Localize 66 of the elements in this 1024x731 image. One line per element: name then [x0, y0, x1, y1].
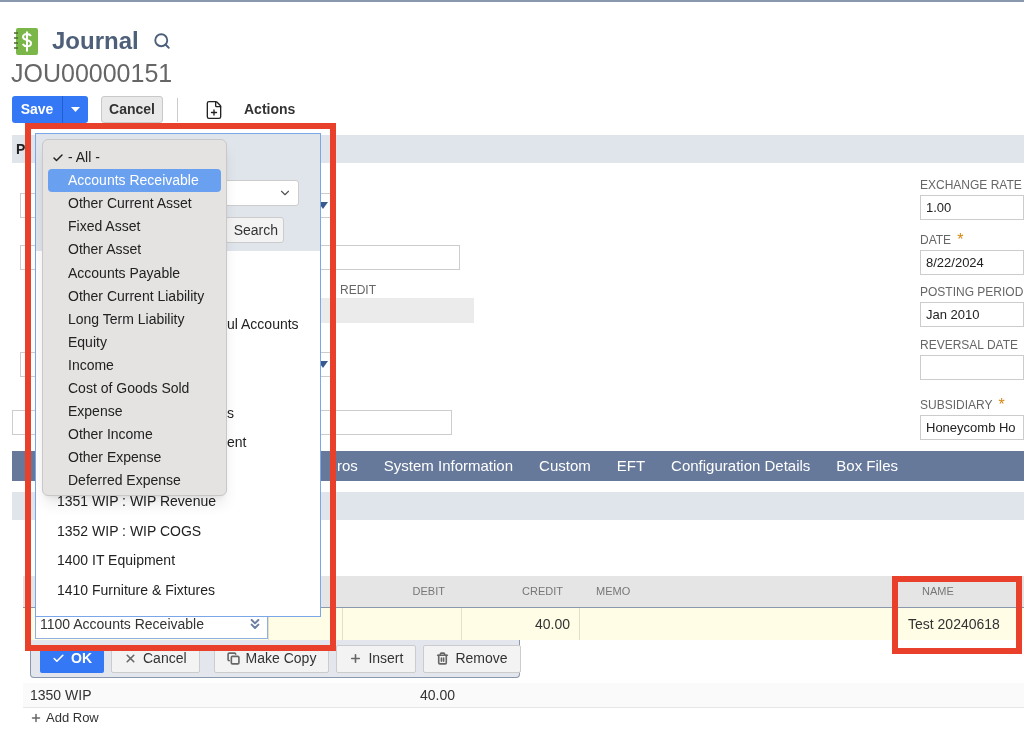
column-header: DEBIT [412, 584, 445, 600]
actions-button[interactable]: Actions [204, 96, 296, 123]
menu-item[interactable]: Other Expense [48, 446, 221, 470]
caret-icon [71, 107, 80, 112]
field-label: POSTING PERIOD [920, 285, 1024, 299]
menu-item[interactable]: Income [48, 353, 221, 377]
account-option[interactable]: ent [227, 432, 247, 454]
field-label: DATE [920, 233, 952, 247]
account-option[interactable]: 1352 WIP : WIP COGS [57, 520, 202, 542]
trash-icon [436, 652, 450, 665]
check-icon [52, 151, 64, 164]
tab[interactable]: EFT [616, 454, 646, 478]
tab[interactable]: Box Files [836, 454, 899, 478]
required-mark: * [957, 233, 964, 247]
row-button[interactable]: Insert [336, 644, 417, 673]
field-label: REVERSAL DATE [920, 338, 1019, 352]
table-cell: Test 20240618 [897, 608, 1024, 640]
close-icon [124, 652, 137, 665]
table-cell-text: 1350 WIP [29, 685, 93, 705]
menu-item[interactable]: Equity [48, 330, 221, 354]
add-row-button[interactable]: Add Row [30, 710, 99, 726]
copy-icon [226, 652, 240, 665]
required-mark: * [998, 398, 1005, 412]
plus-icon [349, 652, 363, 665]
tab[interactable]: ros [337, 454, 358, 478]
table-cell-text: 40.00 [418, 685, 456, 705]
menu-item[interactable]: Long Term Liability [48, 307, 221, 331]
menu-item[interactable]: Other Current Liability [48, 284, 221, 308]
column-header: MEMO [596, 584, 631, 600]
save-button[interactable]: Save [12, 96, 62, 123]
menu-item[interactable]: Accounts Payable [48, 261, 221, 285]
add-document-icon [204, 99, 224, 120]
menu-item[interactable]: Cost of Goods Sold [48, 376, 221, 401]
account-option[interactable]: 1410 Furniture & Fixtures [57, 579, 215, 601]
menu-item[interactable]: Other Current Asset [48, 192, 221, 216]
input-field[interactable] [920, 355, 1024, 380]
tab[interactable]: Configuration Details [671, 454, 811, 478]
menu-item[interactable]: Deferred Expense [48, 469, 221, 493]
field-label: REDIT [340, 283, 376, 297]
row-button[interactable]: Remove [423, 644, 521, 673]
account-option[interactable]: 1400 IT Equipment [57, 550, 176, 572]
field-label: SUBSIDIARY [920, 398, 993, 412]
input-field[interactable]: 8/22/2024 [920, 250, 1024, 275]
search-icon[interactable] [152, 32, 171, 50]
column-header: CREDIT [522, 584, 563, 600]
menu-item[interactable]: Expense [48, 400, 221, 424]
search-button[interactable]: Search [224, 217, 284, 243]
input-field[interactable]: Jan 2010 [920, 302, 1024, 327]
tab[interactable]: System Information [383, 454, 514, 478]
save-menu-button[interactable] [62, 96, 88, 123]
plus-icon [30, 712, 42, 724]
tab[interactable]: Custom [539, 454, 591, 478]
input-field[interactable]: Honeycomb Ho [920, 415, 1024, 440]
account-option[interactable]: s [227, 402, 234, 424]
record-number: JOU00000151 [10, 58, 173, 89]
field-label: EXCHANGE RATE [920, 178, 1022, 192]
input-field[interactable]: 1.00 [920, 195, 1024, 220]
menu-item[interactable]: Other Income [48, 423, 221, 447]
page-title: Journal [52, 26, 139, 56]
column-header: NAME [922, 584, 954, 600]
account-option[interactable]: ul Accounts [227, 314, 299, 336]
menu-item[interactable]: Other Asset [48, 238, 221, 262]
cancel-button[interactable]: Cancel [101, 96, 163, 123]
check-icon [52, 652, 65, 665]
ledger-dollar-icon [14, 27, 38, 55]
menu-item[interactable]: Fixed Asset [48, 215, 221, 239]
